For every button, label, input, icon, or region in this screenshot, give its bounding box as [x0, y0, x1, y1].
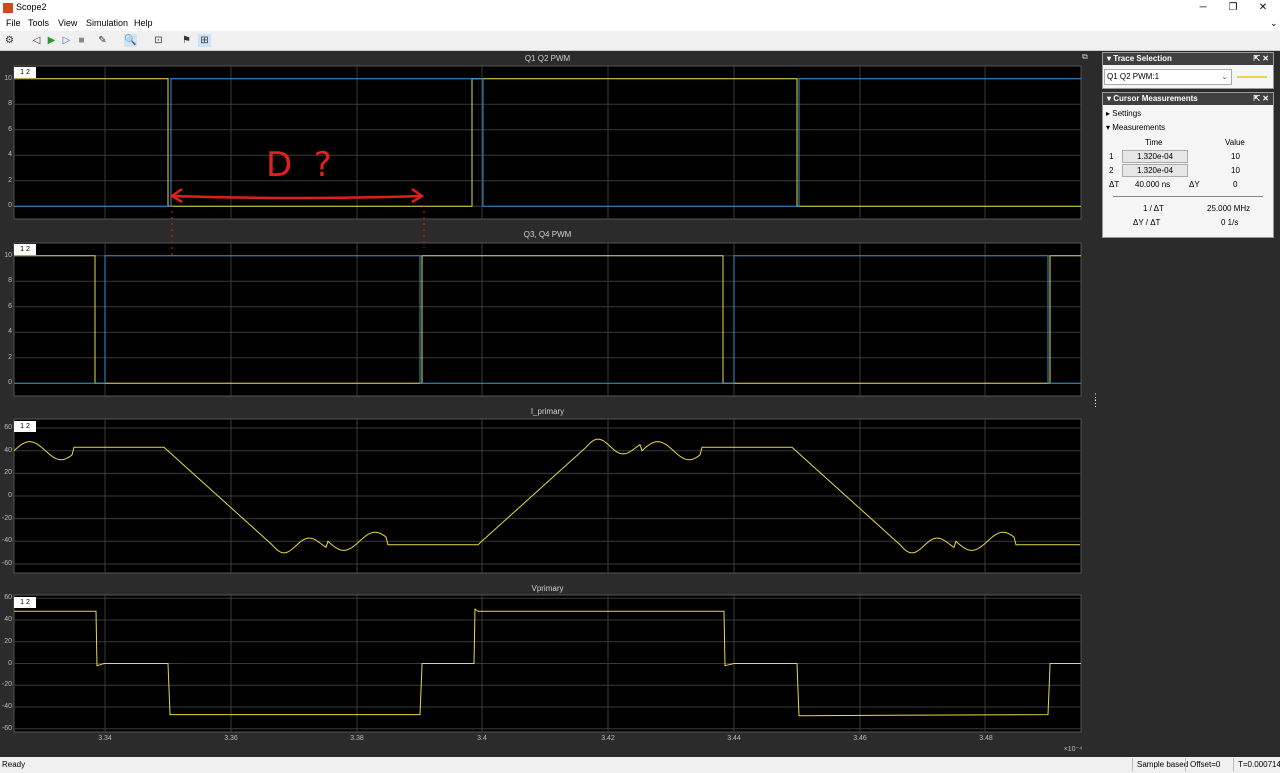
ytick: -40 — [1, 537, 12, 545]
settings-label: Settings — [1112, 109, 1142, 118]
scope-plots — [13, 65, 1082, 733]
cursor-measurements-header: ▾ Cursor Measurements ⇱ ✕ — [1103, 93, 1273, 105]
cursor2-time-field[interactable]: 1.320e-04 — [1122, 164, 1188, 177]
ytick: 20 — [4, 469, 12, 477]
ytick: -20 — [1, 514, 12, 522]
cursor-measurements-panel: ▾ Cursor Measurements ⇱ ✕ ▸ Settings ▾ Me… — [1102, 92, 1274, 238]
delta-y-value: 0 — [1233, 180, 1238, 189]
cursor1-value: 10 — [1231, 152, 1240, 161]
cursor1-time-field[interactable]: 1.320e-04 — [1122, 150, 1188, 163]
ytick: -60 — [1, 559, 12, 567]
trace-line-swatch — [1237, 76, 1267, 78]
ytick: 0 — [8, 379, 12, 387]
ytick: -20 — [1, 681, 12, 689]
handwritten-annotation: D ? — [266, 145, 332, 185]
plot4-title: Vprimary — [531, 584, 564, 593]
xtick: 3.44 — [727, 735, 741, 742]
xtick: 3.36 — [224, 735, 238, 742]
ytick: 60 — [4, 424, 12, 432]
xtick: 3.42 — [601, 735, 615, 742]
ytick: 8 — [8, 277, 12, 285]
splitter-handle[interactable]: ⋮ ⋮ — [1091, 393, 1100, 418]
trace-selection-header: ▾ Trace Selection ⇱ ✕ — [1103, 53, 1273, 65]
minimize-button[interactable]: ─ — [1188, 0, 1218, 16]
sample-mode: Sample based — [1132, 758, 1188, 771]
xtick: 3.46 — [853, 735, 867, 742]
cursor2-value: 10 — [1231, 166, 1240, 175]
trace-select-value: Q1 Q2 PWM:1 — [1107, 72, 1160, 81]
close-button[interactable]: ✕ — [1248, 0, 1278, 16]
ytick: 60 — [4, 594, 12, 602]
time-status: T=0.000714 — [1233, 758, 1280, 771]
plot1-title: Q1 Q2 PWM — [524, 54, 571, 63]
measurements-label: Measurements — [1112, 123, 1166, 132]
inv-dt-label: 1 / ΔT — [1143, 204, 1164, 213]
cursor2-label: 2 — [1109, 166, 1114, 175]
inv-dt-value: 25.000 MHz — [1207, 204, 1251, 213]
ytick: 8 — [8, 100, 12, 108]
ytick: 10 — [4, 251, 12, 259]
plot2-legend[interactable]: 1 2 — [14, 244, 36, 255]
cursor-measurements-title: Cursor Measurements — [1113, 94, 1198, 103]
cursor1-label: 1 — [1109, 152, 1114, 161]
delta-y-label: ΔY — [1189, 180, 1200, 189]
ytick: 20 — [4, 637, 12, 645]
dydt-label: ΔY / ΔT — [1133, 218, 1161, 227]
trace-selection-panel: ▾ Trace Selection ⇱ ✕ Q1 Q2 PWM:1 ⌄ — [1102, 52, 1274, 89]
measurements-section-toggle[interactable]: ▾ Measurements — [1106, 123, 1165, 132]
menu-expand-icon[interactable]: ⌄ — [1270, 18, 1278, 29]
delta-t-label: ΔT — [1109, 180, 1120, 189]
offset-status: Offset=0 — [1185, 758, 1220, 771]
ytick: 40 — [4, 446, 12, 454]
delta-t-value: 40.000 ns — [1135, 180, 1171, 189]
ytick: 6 — [8, 125, 12, 133]
divider — [1113, 196, 1263, 197]
trace-selection-title: Trace Selection — [1113, 54, 1172, 63]
restore-button[interactable]: ❐ — [1218, 0, 1248, 16]
status-text: Ready — [2, 760, 26, 769]
ytick: 10 — [4, 74, 12, 82]
col-value-header: Value — [1225, 138, 1245, 147]
plot2-title: Q3, Q4 PWM — [523, 230, 572, 239]
xaxis-exponent: ×10⁻⁴ — [1063, 746, 1083, 753]
ytick: 40 — [4, 616, 12, 623]
plot2-axes — [13, 242, 1082, 397]
panel-close-icon[interactable]: ⇱ ✕ — [1253, 53, 1269, 65]
plot3-legend[interactable]: 1 2 — [14, 421, 36, 432]
ytick: 4 — [8, 151, 12, 159]
ytick: 0 — [8, 492, 12, 499]
xtick: 3.48 — [979, 735, 993, 742]
ytick: 0 — [8, 659, 12, 667]
chevron-down-icon[interactable]: ⌄ — [1221, 70, 1228, 84]
plot1-legend[interactable]: 1 2 — [14, 67, 36, 78]
trace-select-dropdown[interactable]: Q1 Q2 PWM:1 ⌄ — [1104, 69, 1232, 85]
plot3-title: I_primary — [530, 407, 565, 416]
panel-close-icon[interactable]: ⇱ ✕ — [1253, 93, 1269, 105]
status-bar: Ready Sample based Offset=0 T=0.000714 — [0, 757, 1280, 773]
settings-section-toggle[interactable]: ▸ Settings — [1106, 109, 1141, 118]
plot4-legend[interactable]: 1 2 — [14, 597, 36, 608]
ytick: 4 — [8, 328, 12, 336]
xtick: 3.38 — [350, 735, 364, 742]
ytick: 0 — [8, 202, 12, 210]
ytick: 6 — [8, 302, 12, 310]
ytick: 2 — [8, 176, 12, 184]
xtick: 3.34 — [98, 735, 112, 742]
ytick: -40 — [1, 702, 12, 710]
ytick: 2 — [8, 353, 12, 361]
col-time-header: Time — [1145, 138, 1163, 147]
xtick: 3.4 — [477, 735, 487, 742]
ytick: -60 — [1, 724, 12, 732]
dydt-value: 0 1/s — [1221, 218, 1239, 227]
